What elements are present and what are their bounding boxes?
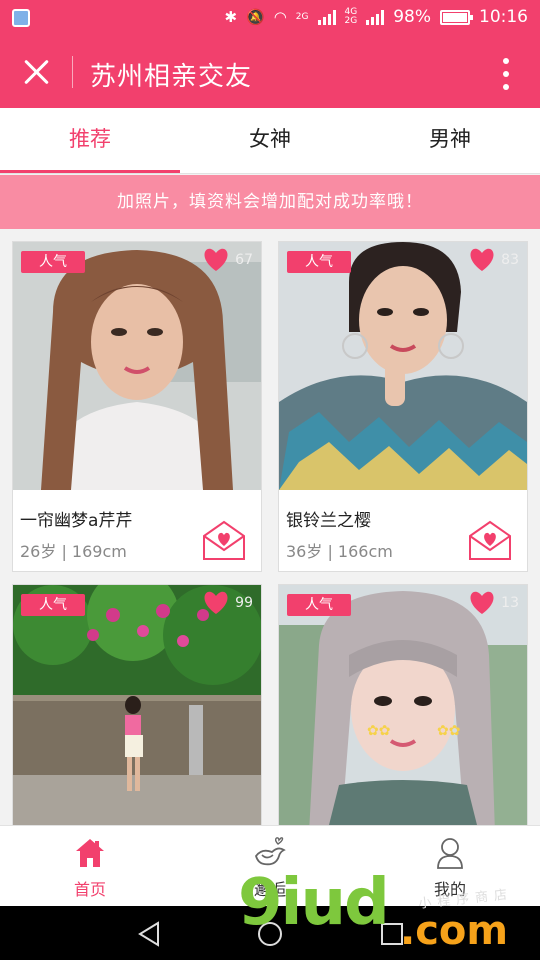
battery-percent: 98% <box>393 7 431 27</box>
profile-card[interactable]: 人气 67 一帘幽梦a芹芹 26岁 | 169cm <box>12 241 262 572</box>
profile-grid: 人气 67 一帘幽梦a芹芹 26岁 | 169cm 人气 83 银铃兰之樱 36… <box>12 241 528 825</box>
svg-text:✿✿: ✿✿ <box>437 723 460 739</box>
like-count[interactable]: 99 <box>203 591 253 615</box>
popular-badge: 人气 <box>287 594 351 616</box>
tab-recommend[interactable]: 推荐 <box>0 108 180 173</box>
page-title: 苏州相亲交友 <box>90 62 253 92</box>
bird-icon <box>255 837 286 866</box>
tab-god[interactable]: 男神 <box>360 108 540 173</box>
mute-icon: 🔕 <box>246 8 265 26</box>
heart-icon <box>470 248 494 271</box>
close-icon[interactable] <box>18 54 54 90</box>
home-icon <box>76 839 104 867</box>
svg-text:✿✿: ✿✿ <box>367 723 390 739</box>
battery-icon <box>440 9 473 25</box>
like-count-value: 99 <box>235 595 253 611</box>
profile-name: 银铃兰之樱 <box>286 511 371 531</box>
heart-icon <box>204 248 228 271</box>
popular-badge: 人气 <box>21 251 85 273</box>
nav-home[interactable]: 首页 <box>0 826 180 906</box>
status-bar: ✱ 🔕 ◠ 2G 4G 2G 98% 10:16 <box>0 0 540 36</box>
network-label: 4G 2G <box>344 7 358 26</box>
signal-icon <box>317 9 336 25</box>
tip-banner[interactable]: 加照片，填资料会增加配对成功率哦！ <box>0 175 540 229</box>
signal-icon-2 <box>366 9 385 25</box>
tab-bar: 推荐 女神 男神 <box>0 108 540 174</box>
wifi-icon: ◠ <box>273 8 287 26</box>
nav-home-label: 首页 <box>73 880 106 899</box>
like-count-value: 13 <box>501 595 519 611</box>
watermark-domain: .com <box>400 908 509 954</box>
heart-icon <box>470 591 494 614</box>
like-count[interactable]: 67 <box>203 248 253 272</box>
app-header: 苏州相亲交友 <box>0 36 540 108</box>
app-icon <box>12 9 30 27</box>
profile-icon <box>437 838 463 869</box>
bluetooth-icon: ✱ <box>224 8 238 26</box>
envelope-heart-icon[interactable] <box>201 518 247 562</box>
back-icon[interactable] <box>136 920 164 948</box>
profile-photo[interactable]: 人气 83 <box>279 242 527 490</box>
profile-photo[interactable]: ✿✿ ✿✿ 人气 13 <box>279 585 527 825</box>
profile-info: 26岁 | 169cm <box>20 542 127 561</box>
heart-icon <box>204 591 228 614</box>
tab-goddess[interactable]: 女神 <box>180 108 360 173</box>
profile-card[interactable]: 人气 83 银铃兰之樱 36岁 | 166cm <box>278 241 528 572</box>
profile-card[interactable]: ✿✿ ✿✿ 人气 13 <box>278 584 528 825</box>
like-count[interactable]: 13 <box>469 591 519 615</box>
profile-card[interactable]: 人气 99 <box>12 584 262 825</box>
status-icons: ✱ 🔕 ◠ 2G 4G 2G 98% 10:16 <box>224 7 528 27</box>
wifi-network-label: 2G <box>295 11 309 22</box>
profile-photo[interactable]: 人气 67 <box>13 242 261 490</box>
watermark-logo: 9iud <box>238 866 390 940</box>
header-divider <box>72 56 73 88</box>
popular-badge: 人气 <box>21 594 85 616</box>
like-count-value: 67 <box>235 252 253 268</box>
more-vertical-icon[interactable] <box>502 58 510 90</box>
profile-info: 36岁 | 166cm <box>286 542 393 561</box>
like-count[interactable]: 83 <box>469 248 519 272</box>
envelope-heart-icon[interactable] <box>467 518 513 562</box>
clock: 10:16 <box>479 7 528 27</box>
popular-badge: 人气 <box>287 251 351 273</box>
profile-name: 一帘幽梦a芹芹 <box>20 511 133 531</box>
profile-photo[interactable]: 人气 99 <box>13 585 261 825</box>
like-count-value: 83 <box>501 252 519 268</box>
